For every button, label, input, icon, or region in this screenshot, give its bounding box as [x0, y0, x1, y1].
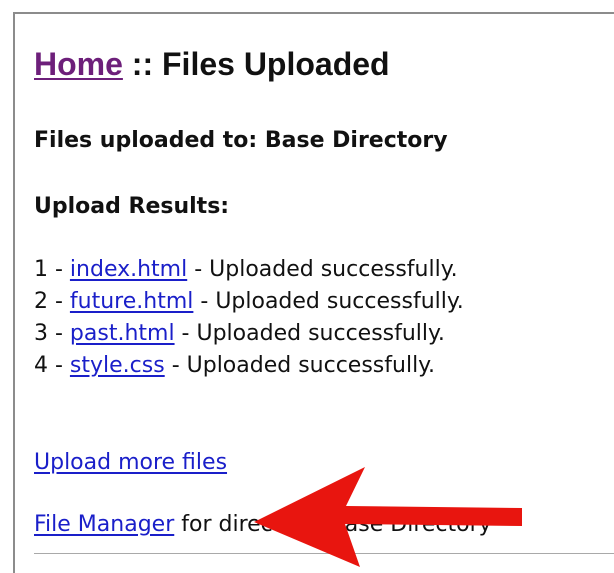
- upload-more-line: Upload more files: [34, 448, 227, 478]
- upload-target-label: Files uploaded to: Base Directory: [34, 128, 448, 153]
- upload-results-heading: Upload Results:: [34, 194, 230, 219]
- result-number: 4 -: [34, 353, 70, 378]
- result-status: - Uploaded successfully.: [164, 353, 436, 378]
- result-status: - Uploaded successfully.: [193, 289, 464, 314]
- home-link[interactable]: Home: [34, 46, 123, 82]
- file-link-future-html[interactable]: future.html: [70, 289, 193, 314]
- list-item: 1 - index.html - Uploaded successfully.: [34, 254, 464, 286]
- result-number: 1 -: [34, 257, 70, 282]
- file-link-style-css[interactable]: style.css: [70, 353, 165, 378]
- file-manager-link[interactable]: File Manager: [34, 512, 174, 537]
- list-item: 3 - past.html - Uploaded successfully.: [34, 318, 464, 350]
- page-title-text: Files Uploaded: [162, 46, 390, 82]
- result-status: - Uploaded successfully.: [187, 257, 458, 282]
- list-item: 2 - future.html - Uploaded successfully.: [34, 286, 464, 318]
- red-arrow-icon: [254, 467, 522, 567]
- file-link-index-html[interactable]: index.html: [70, 257, 187, 282]
- result-status: - Uploaded successfully.: [174, 321, 445, 346]
- result-number: 2 -: [34, 289, 70, 314]
- page-title: Home :: Files Uploaded: [34, 44, 390, 84]
- result-number: 3 -: [34, 321, 70, 346]
- list-item: 4 - style.css - Uploaded successfully.: [34, 350, 464, 382]
- upload-more-files-link[interactable]: Upload more files: [34, 450, 227, 475]
- upload-results-list: 1 - index.html - Uploaded successfully. …: [34, 254, 464, 382]
- title-separator: ::: [122, 46, 162, 82]
- file-link-past-html[interactable]: past.html: [70, 321, 175, 346]
